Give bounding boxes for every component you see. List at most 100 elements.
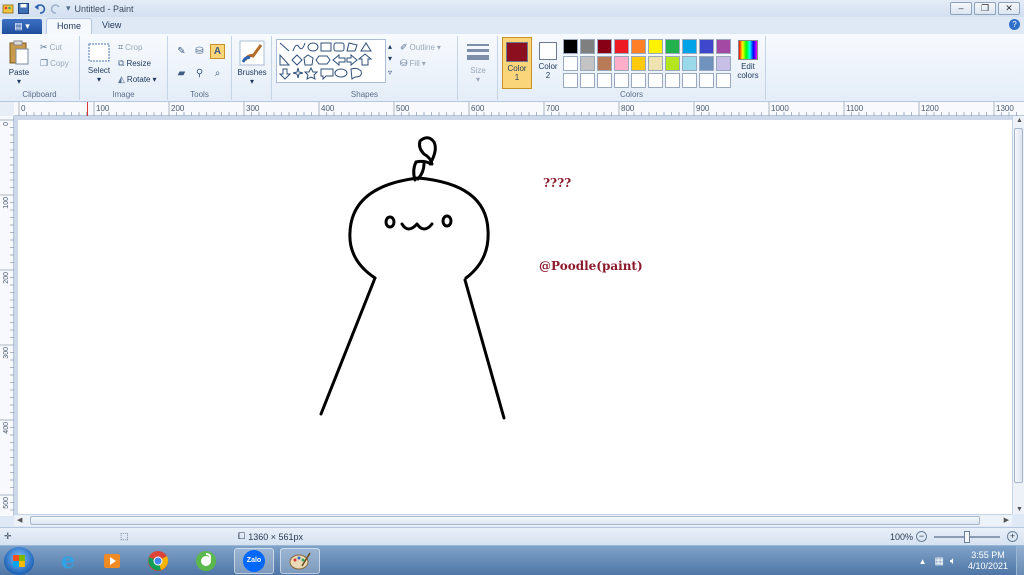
vertical-scrollbar[interactable]: ▲ ▼ [1012,116,1024,514]
zalo-app[interactable]: Zalo [234,548,274,574]
shapes-scroll-up[interactable]: ▴ [388,42,392,51]
shapes-more-icon[interactable]: ▿ [388,68,392,77]
paint-app-icon[interactable] [2,3,14,14]
palette-swatch[interactable] [665,39,680,54]
palette-swatch[interactable] [563,39,578,54]
edit-colors-button[interactable]: Edit colors [732,40,764,80]
shapes-scroll-down[interactable]: ▾ [388,54,392,63]
scroll-up-arrow-icon[interactable]: ▲ [1016,117,1023,124]
zalo-icon: Zalo [243,550,265,572]
palette-swatch[interactable] [580,39,595,54]
file-menu-button[interactable]: ▤ ▾ [2,19,42,34]
crop-button[interactable]: ⌗ Crop [118,42,142,53]
paste-button[interactable]: Paste ▾ [4,40,34,86]
horizontal-ruler-ticks: 0 100 200 300 400 500 600 700 800 900 1000 1100 1200… [18,102,1017,116]
volume-muted-icon[interactable]: 🔈︎ [950,556,956,567]
palette-swatch[interactable] [563,56,578,71]
palette-swatch[interactable] [597,39,612,54]
palette-swatch[interactable] [682,56,697,71]
palette-swatch[interactable] [580,56,595,71]
redo-icon[interactable] [50,3,62,14]
palette-swatch[interactable] [699,56,714,71]
cut-button[interactable]: ✂ Cut [40,42,62,53]
color-picker-icon[interactable]: ⚲ [192,66,207,81]
palette-swatch[interactable] [682,73,697,88]
resize-button[interactable]: ⧉ Resize [118,58,151,69]
zoom-slider-thumb[interactable] [964,530,971,543]
palette-swatch[interactable] [716,73,731,88]
palette-swatch[interactable] [631,39,646,54]
palette-swatch[interactable] [631,73,646,88]
customize-toolbar-icon[interactable]: ▾ [66,3,71,14]
close-button[interactable]: ✕ [998,2,1020,15]
palette-swatch[interactable] [665,73,680,88]
internet-explorer-app[interactable]: e [48,548,88,574]
horizontal-scrollbar[interactable]: ◀ ▶ [14,514,1012,526]
palette-swatch[interactable] [563,73,578,88]
brushes-button[interactable]: Brushes ▾ [234,40,270,86]
vertical-scroll-thumb[interactable] [1014,128,1023,483]
color1-button[interactable]: Color 1 [502,37,532,89]
help-icon[interactable]: ? [1009,19,1020,30]
drawing-canvas[interactable]: ???? @Poodle(paint) [18,120,1012,514]
save-icon[interactable] [18,3,30,14]
palette-swatch[interactable] [614,73,629,88]
shapes-gallery[interactable] [276,39,386,83]
media-player-app[interactable] [92,548,132,574]
coccoc-app[interactable] [186,548,226,574]
palette-swatch[interactable] [648,56,663,71]
select-button[interactable]: Select ▾ [85,42,113,84]
palette-swatch[interactable] [614,56,629,71]
color1-swatch [506,42,528,62]
palette-swatch[interactable] [614,39,629,54]
ruler-tick-label: 1300 [996,104,1014,113]
palette-swatch[interactable] [580,73,595,88]
scroll-left-arrow-icon[interactable]: ◀ [17,516,22,524]
clock[interactable]: 3:55 PM 4/10/2021 [960,550,1016,572]
magnifier-icon[interactable]: ⌕ [210,66,225,81]
palette-swatch[interactable] [648,39,663,54]
palette-swatch[interactable] [597,73,612,88]
pencil-icon[interactable]: ✎ [174,44,189,59]
zoom-out-icon[interactable]: − [916,531,928,542]
rotate-button[interactable]: ◭ Rotate ▾ [118,74,157,85]
network-icon[interactable]: ▦ [935,556,944,567]
palette-swatch[interactable] [699,39,714,54]
start-button[interactable] [4,547,34,575]
show-desktop-button[interactable] [1016,546,1024,575]
palette-swatch[interactable] [665,56,680,71]
palette-swatch[interactable] [631,56,646,71]
paint-taskbar-app[interactable] [280,548,320,574]
scroll-down-arrow-icon[interactable]: ▼ [1016,506,1023,513]
undo-icon[interactable] [34,3,46,14]
palette-swatch[interactable] [597,56,612,71]
canvas-text-signature[interactable]: @Poodle(paint) [539,259,643,273]
palette-swatch[interactable] [716,56,731,71]
horizontal-ruler: 0 100 200 300 400 500 600 700 800 900 1000 1100 1200… [14,102,1024,116]
zoom-slider[interactable] [934,530,1001,543]
eraser-icon[interactable]: ▰ [174,66,189,81]
show-hidden-icons[interactable]: ▲ [919,557,927,566]
palette-swatch[interactable] [682,39,697,54]
outline-button[interactable]: ✐ Outline ▾ [400,42,441,53]
tab-home[interactable]: Home [46,18,93,34]
copy-button[interactable]: ❐ Copy [40,58,69,69]
scroll-right-arrow-icon[interactable]: ▶ [1004,516,1009,524]
tab-view[interactable]: View [92,18,131,34]
canvas-text-question[interactable]: ???? [543,176,571,190]
palette-swatch[interactable] [699,73,714,88]
text-tool-icon[interactable]: A [210,44,225,59]
palette-swatch[interactable] [716,39,731,54]
ruler-tick-label: 900 [696,104,710,113]
minimize-button[interactable]: – [950,2,972,15]
palette-swatch[interactable] [648,73,663,88]
chrome-app[interactable] [138,548,178,574]
color2-button[interactable]: Color 2 [533,37,563,89]
restore-button[interactable]: ❐ [974,2,996,15]
horizontal-scroll-thumb[interactable] [30,516,980,525]
taskbar: e Zalo ▲ ▦ 🔈︎ 3:55 PM 4/10/2021 [0,545,1024,575]
fill-bucket-icon[interactable]: ⛁ [192,44,207,59]
fill-button[interactable]: ⛁ Fill ▾ [400,58,426,69]
size-button[interactable]: Size ▾ [462,42,494,84]
zoom-in-icon[interactable]: + [1007,531,1019,542]
